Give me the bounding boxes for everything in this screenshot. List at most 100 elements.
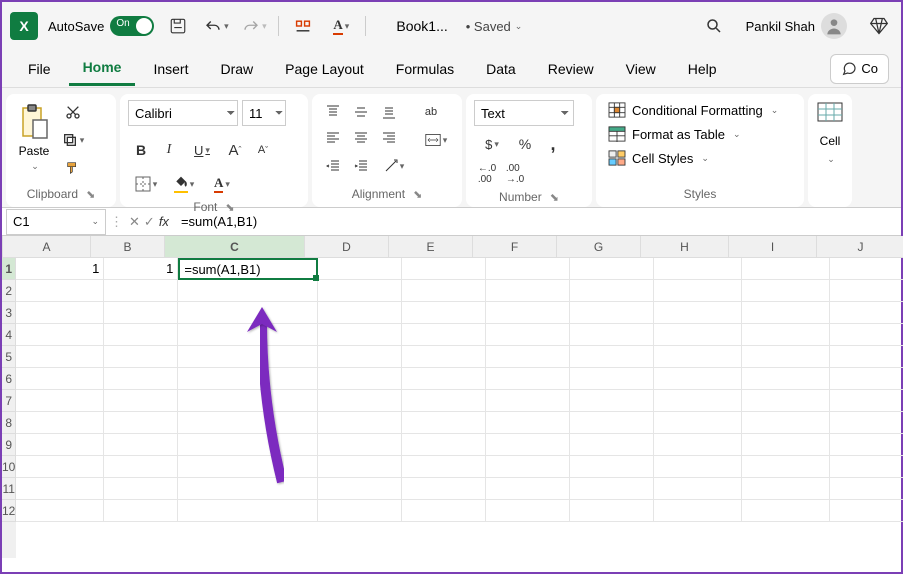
cell-E12[interactable] [402,500,486,522]
cell-H8[interactable] [654,412,742,434]
row-header[interactable]: 3 [2,302,16,324]
column-header[interactable]: B [91,236,165,258]
cell-A7[interactable] [16,390,104,412]
cell-H10[interactable] [654,456,742,478]
font-launcher-icon[interactable]: ⬊ [225,201,234,214]
column-header[interactable]: G [557,236,641,258]
cell-D2[interactable] [318,280,402,302]
bold-button[interactable]: B [128,138,154,162]
cell-A2[interactable] [16,280,104,302]
cell-I12[interactable] [742,500,830,522]
alignment-launcher-icon[interactable]: ⬊ [413,188,422,201]
wrap-text-button[interactable]: ab [418,100,444,124]
cell-H2[interactable] [654,280,742,302]
row-header[interactable]: 4 [2,324,16,346]
decrease-indent-icon[interactable] [320,154,346,178]
formula-input[interactable] [175,214,901,229]
font-name-select[interactable]: Calibri [128,100,238,126]
cell-F3[interactable] [486,302,570,324]
cell-E2[interactable] [402,280,486,302]
cell-G2[interactable] [570,280,654,302]
cell-D4[interactable] [318,324,402,346]
cell-H9[interactable] [654,434,742,456]
cell-I6[interactable] [742,368,830,390]
cell-I3[interactable] [742,302,830,324]
cell-B3[interactable] [104,302,178,324]
cell-F1[interactable] [486,258,570,280]
align-center-icon[interactable] [348,126,374,150]
percent-button[interactable]: % [512,132,538,156]
cell-F4[interactable] [486,324,570,346]
cell-B7[interactable] [104,390,178,412]
tab-file[interactable]: File [14,53,65,85]
cell-G8[interactable] [570,412,654,434]
cell-C11[interactable] [178,478,318,500]
cell-F12[interactable] [486,500,570,522]
column-header[interactable]: F [473,236,557,258]
cell-C12[interactable] [178,500,318,522]
cancel-formula-icon[interactable]: ✕ [129,214,140,230]
cell-B4[interactable] [104,324,178,346]
save-status[interactable]: • Saved⌄ [466,19,523,34]
cell-B5[interactable] [104,346,178,368]
font-color-button[interactable]: A▾ [204,172,240,196]
decrease-decimal-icon[interactable]: .00→.0 [502,162,528,186]
cell-C3[interactable] [178,302,318,324]
cell-C9[interactable] [178,434,318,456]
tab-review[interactable]: Review [534,53,608,85]
cell-I7[interactable] [742,390,830,412]
cell-J8[interactable] [830,412,903,434]
cell-J11[interactable] [830,478,903,500]
tab-data[interactable]: Data [472,53,530,85]
conditional-formatting-button[interactable]: Conditional Formatting⌄ [604,100,782,120]
cell-J5[interactable] [830,346,903,368]
cell-D6[interactable] [318,368,402,390]
diamond-upgrade-icon[interactable] [865,12,893,40]
cell-E11[interactable] [402,478,486,500]
user-account[interactable]: Pankil Shah [746,13,847,39]
cell-H3[interactable] [654,302,742,324]
name-box[interactable]: C1⌄ [6,209,106,235]
format-painter-icon[interactable] [60,156,86,180]
cell-E4[interactable] [402,324,486,346]
cell-G10[interactable] [570,456,654,478]
redo-icon[interactable]: ▾ [240,12,268,40]
cell-C1[interactable]: =sum(A1,B1) [178,258,318,280]
copy-icon[interactable]: ▾ [60,128,86,152]
cell-D12[interactable] [318,500,402,522]
cell-I5[interactable] [742,346,830,368]
cut-icon[interactable] [60,100,86,124]
cell-G7[interactable] [570,390,654,412]
cell-C4[interactable] [178,324,318,346]
cell-C2[interactable] [178,280,318,302]
row-header[interactable]: 7 [2,390,16,412]
italic-button[interactable]: I [156,138,182,162]
toggle-switch[interactable]: On [110,16,154,36]
cell-A4[interactable] [16,324,104,346]
cell-A10[interactable] [16,456,104,478]
cell-I9[interactable] [742,434,830,456]
cell-D8[interactable] [318,412,402,434]
cell-G11[interactable] [570,478,654,500]
cell-D7[interactable] [318,390,402,412]
font-size-select[interactable]: 11 [242,100,286,126]
cell-F6[interactable] [486,368,570,390]
column-header[interactable]: H [641,236,729,258]
row-header[interactable]: 12 [2,500,16,522]
number-launcher-icon[interactable]: ⬊ [550,191,559,204]
cell-J1[interactable] [830,258,903,280]
cell-J12[interactable] [830,500,903,522]
cell-G1[interactable] [570,258,654,280]
row-header[interactable]: 11 [2,478,16,500]
cell-E7[interactable] [402,390,486,412]
number-format-select[interactable]: Text [474,100,574,126]
paste-button[interactable] [14,100,54,144]
cell-C7[interactable] [178,390,318,412]
increase-indent-icon[interactable] [348,154,374,178]
comments-button[interactable]: Co [830,54,889,84]
fill-color-button[interactable]: ▾ [166,172,202,196]
cell-C8[interactable] [178,412,318,434]
cell-I10[interactable] [742,456,830,478]
cell-F9[interactable] [486,434,570,456]
cell-E5[interactable] [402,346,486,368]
